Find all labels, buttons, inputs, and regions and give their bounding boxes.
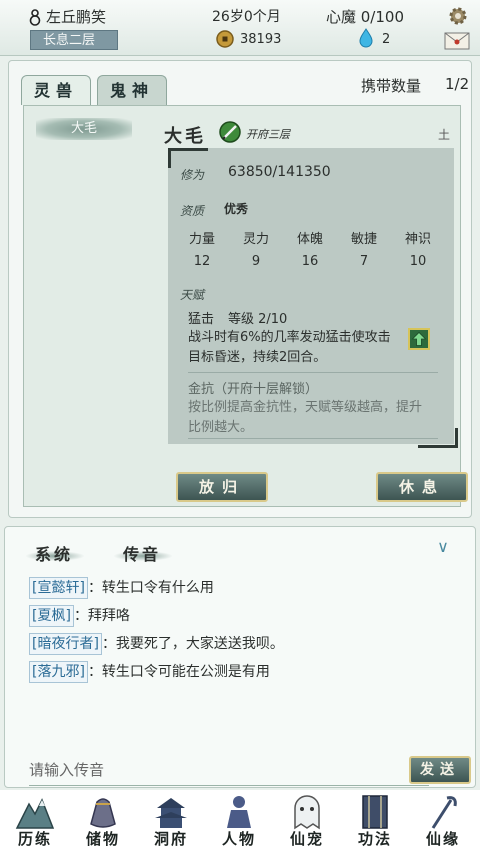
chat-text: ：转生口令有什么用	[87, 580, 214, 596]
attr-value: 16	[301, 254, 319, 269]
mail-icon[interactable]	[444, 30, 470, 50]
nav-label: 人物	[221, 830, 256, 848]
nav-label: 历练	[17, 830, 52, 848]
pagoda-icon	[155, 798, 187, 828]
pet-panel: 灵兽 鬼神 携带数量 1/2 大毛 大毛 开府三层 土 修为 63850/141…	[8, 60, 472, 518]
nav-label: 储物	[85, 830, 120, 848]
ghost-pet-icon	[294, 795, 320, 830]
skill-description: 战斗时有6%的几率发动猛击使攻击目标昏迷，持续2回合。	[188, 330, 391, 365]
carry-count-label: 携带数量	[361, 77, 422, 95]
chat-text: ：转生口令可能在公测是有用	[87, 664, 270, 680]
input-underline	[29, 785, 429, 786]
chat-message: [夏枫] ：拜拜咯	[29, 605, 130, 627]
chat-text: ：我要死了，大家送送我呗。	[101, 636, 284, 652]
nav-item-cave[interactable]: 洞府	[138, 790, 204, 854]
attr-name: 体魄	[296, 232, 323, 247]
mountain-icon	[15, 798, 55, 829]
cultivation-realm-badge: 长息二层	[30, 30, 118, 50]
nav-item-storage[interactable]: 储物	[70, 790, 136, 854]
pet-detail-area: 大毛 大毛 开府三层 土 修为 63850/141350 资质 优秀 力量 灵力…	[23, 105, 468, 507]
nav-label: 功法	[357, 830, 392, 848]
nav-item-skills[interactable]: 功法	[342, 790, 408, 854]
coin-count: 38193	[240, 32, 282, 47]
gourd-icon	[29, 9, 41, 26]
chat-message: [暗夜行者] ：我要死了，大家送送我呗。	[29, 633, 284, 655]
nav-label: 洞府	[153, 830, 188, 848]
nav-label: 仙宠	[289, 830, 324, 848]
attr-value: 12	[193, 254, 211, 269]
nav-item-fate[interactable]: 仙缘	[410, 790, 476, 854]
locked-skill-description: 按比例提高金抗性，天赋等级越高，提升比例越大。	[188, 400, 423, 435]
locked-skill-name: 金抗（开府十层解锁）	[188, 382, 319, 397]
chat-sender[interactable]: [夏枫]	[29, 605, 74, 627]
bottom-navigation: 历练 储物 洞府 人物 仙宠 功法 仙缘	[0, 790, 480, 854]
divider	[188, 372, 438, 373]
chat-sender[interactable]: [暗夜行者]	[29, 633, 102, 655]
chat-message: [落九邪] ：转生口令可能在公测是有用	[29, 661, 270, 683]
pet-list-item[interactable]: 大毛	[36, 118, 132, 140]
gear-icon[interactable]	[446, 4, 470, 28]
upgrade-arrow-icon[interactable]	[408, 328, 430, 350]
status-bar: 左丘鹏笑 26岁0个月 心魔 0/100 长息二层 38193 2	[0, 0, 480, 56]
send-button[interactable]: 发送	[409, 756, 471, 784]
attr-value: 10	[409, 254, 427, 269]
talent-label: 天赋	[180, 288, 205, 302]
tab-whisper[interactable]: 传音	[123, 541, 161, 565]
cultivation-value: 63850/141350	[228, 164, 331, 180]
chat-text: ：拜拜咯	[73, 608, 130, 624]
attr-name: 敏捷	[350, 232, 377, 247]
crystal-count: 2	[382, 32, 391, 47]
divider	[188, 438, 438, 439]
attr-value: 7	[359, 254, 369, 269]
pet-element: 土	[438, 128, 451, 142]
bag-icon	[90, 798, 116, 828]
skill-name: 猛击	[188, 312, 215, 327]
staff-icon	[431, 796, 457, 829]
nav-label: 仙缘	[425, 830, 460, 848]
card-corner-decoration	[168, 148, 208, 168]
player-name[interactable]: 左丘鹏笑	[46, 6, 106, 27]
nav-item-character[interactable]: 人物	[206, 790, 272, 854]
chat-message: [宣懿轩] ：转生口令有什么用	[29, 577, 214, 599]
player-age: 26岁0个月	[212, 9, 281, 25]
attr-value: 9	[251, 254, 261, 269]
whisper-input[interactable]	[29, 757, 399, 783]
tab-ghost-god[interactable]: 鬼神	[97, 75, 167, 105]
skill-level: 等级 2/10	[228, 312, 288, 327]
pet-realm: 开府三层	[246, 128, 290, 141]
pet-stats-card: 修为 63850/141350 资质 优秀 力量 灵力 体魄 敏捷 神识 12 …	[168, 148, 458, 448]
pet-name: 大毛	[164, 126, 206, 147]
carry-count-value: 1/2	[445, 75, 470, 93]
cultivation-label: 修为	[180, 168, 205, 182]
aptitude-label: 资质	[180, 204, 205, 218]
coin-icon	[216, 30, 234, 48]
attr-name: 神识	[404, 232, 431, 247]
spirit-crystal-icon	[359, 28, 373, 48]
nav-item-training[interactable]: 历练	[2, 790, 68, 854]
chat-sender[interactable]: [落九邪]	[29, 661, 88, 683]
tab-system[interactable]: 系统	[35, 541, 73, 565]
rename-pen-icon[interactable]	[218, 120, 242, 144]
aptitude-value: 优秀	[224, 202, 249, 216]
release-button[interactable]: 放归	[176, 472, 268, 502]
character-icon	[227, 796, 251, 828]
nav-item-pet[interactable]: 仙宠	[274, 790, 340, 854]
collapse-chevron-icon[interactable]: ∨	[433, 537, 453, 557]
attr-name: 灵力	[242, 232, 269, 247]
chat-panel: 系统 传音 ∨ [宣懿轩] ：转生口令有什么用 [夏枫] ：拜拜咯 [暗夜行者] ：我…	[4, 526, 476, 788]
attr-name: 力量	[188, 232, 215, 247]
rest-button[interactable]: 休息	[376, 472, 468, 502]
scroll-book-icon	[362, 795, 388, 829]
tab-spirit-beast[interactable]: 灵兽	[21, 75, 91, 105]
chat-sender[interactable]: [宣懿轩]	[29, 577, 88, 599]
heart-demon-value: 心魔 0/100	[326, 8, 404, 26]
